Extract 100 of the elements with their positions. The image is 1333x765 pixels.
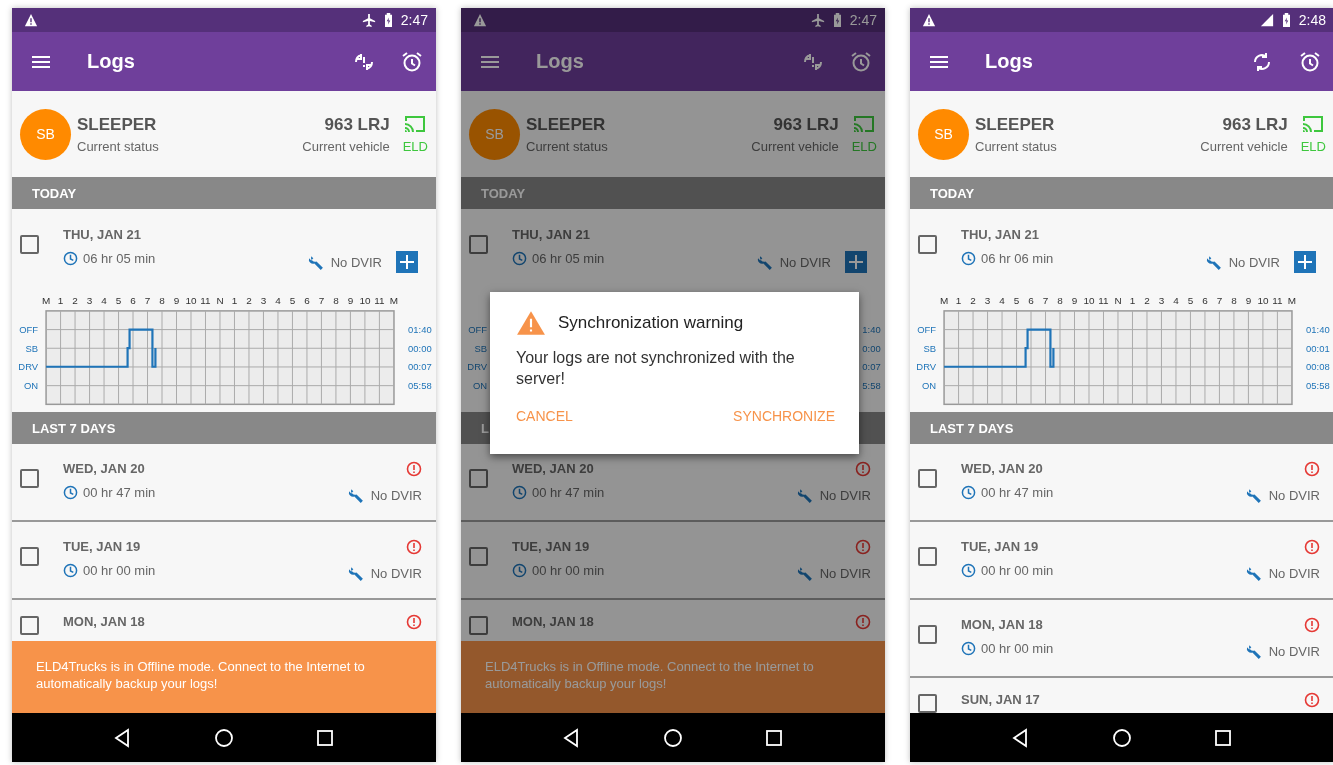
- log-date: TUE, JAN 19: [512, 539, 591, 554]
- wrench-icon: [1245, 487, 1263, 504]
- checkbox[interactable]: [469, 547, 488, 566]
- vehicle-caption: Current vehicle: [302, 138, 390, 154]
- hour-label: 8: [1231, 294, 1237, 306]
- vehicle-number: 963 LRJ: [1222, 114, 1288, 135]
- status-total: 01:40: [408, 323, 432, 335]
- recents-icon[interactable]: [315, 727, 336, 748]
- section-header: LAST 7 DAYS: [910, 412, 1333, 444]
- log-date: THU, JAN 21: [512, 227, 592, 242]
- status-total: 05:58: [408, 379, 432, 391]
- hour-label: M: [939, 294, 949, 306]
- dialog-title: Synchronization warning: [558, 313, 744, 333]
- add-button[interactable]: [396, 250, 418, 273]
- alert-icon: [855, 461, 871, 477]
- hour-label: 5: [1187, 294, 1194, 306]
- recents-icon[interactable]: [1213, 727, 1234, 748]
- alert-icon: [406, 614, 422, 630]
- vehicle-caption: Current vehicle: [751, 138, 839, 154]
- add-button[interactable]: [845, 250, 867, 273]
- checkbox[interactable]: [469, 235, 488, 254]
- hour-label: 2: [246, 294, 252, 306]
- screen-title: Logs: [87, 50, 135, 73]
- status-label: DRV: [467, 361, 488, 373]
- hour-label: 2: [1144, 294, 1150, 306]
- section-header: TODAY: [910, 177, 1333, 209]
- offline-banner: ELD4Trucks is in Offline mode. Connect to the Internet to automatically backup your logs!: [12, 641, 436, 713]
- checkbox[interactable]: [20, 469, 39, 488]
- hour-label: 9: [1071, 294, 1078, 306]
- hour-label: 2: [72, 294, 78, 306]
- status-name: SLEEPER: [975, 114, 1056, 135]
- hour-label: 11: [200, 294, 211, 306]
- vehicle-number: 963 LRJ: [773, 114, 839, 135]
- cast-icon: [402, 114, 427, 134]
- cast-icon: [851, 114, 876, 134]
- hour-label: N: [216, 294, 224, 306]
- alert-icon: [1304, 692, 1320, 708]
- alarm-clock-icon[interactable]: [400, 49, 424, 74]
- hour-label: 10: [359, 294, 371, 306]
- status-badge: SB: [918, 108, 969, 160]
- status-label: DRV: [18, 361, 39, 373]
- eld-label: ELD: [1300, 139, 1326, 154]
- hour-label: 1: [955, 294, 962, 306]
- checkbox[interactable]: [918, 547, 937, 566]
- clock-icon: [512, 485, 527, 500]
- status-caption: Current status: [526, 138, 608, 154]
- alert-icon: [406, 461, 422, 477]
- dvir-status: No DVIR: [779, 254, 831, 270]
- hour-label: 1: [231, 294, 238, 306]
- checkbox[interactable]: [469, 616, 488, 635]
- status-label: SB: [474, 342, 488, 354]
- hour-label: 8: [159, 294, 165, 306]
- add-button[interactable]: [1294, 250, 1316, 273]
- clock-icon: [63, 485, 78, 500]
- hour-label: 2: [970, 294, 976, 306]
- checkbox[interactable]: [918, 625, 937, 644]
- alarm-clock-icon[interactable]: [849, 49, 873, 74]
- hour-label: 11: [1272, 294, 1283, 306]
- alert-icon: [1304, 539, 1320, 555]
- alarm-clock-icon[interactable]: [1298, 49, 1322, 74]
- wrench-icon: [756, 253, 774, 271]
- hour-label: 4: [101, 294, 107, 306]
- log-date: WED, JAN 20: [63, 461, 146, 476]
- status-caption: Current status: [975, 138, 1057, 154]
- checkbox[interactable]: [918, 235, 937, 254]
- checkbox[interactable]: [469, 469, 488, 488]
- checkbox[interactable]: [20, 235, 39, 254]
- status-total: 00:08: [1306, 361, 1330, 373]
- hour-label: 5: [289, 294, 296, 306]
- eld-label: ELD: [402, 139, 428, 154]
- dvir-status: No DVIR: [370, 488, 422, 503]
- checkbox[interactable]: [918, 469, 937, 488]
- status-total: 0:00: [862, 342, 881, 354]
- clock-icon: [63, 563, 78, 578]
- wrench-icon: [1205, 253, 1223, 271]
- home-icon[interactable]: [663, 727, 683, 748]
- home-icon[interactable]: [214, 727, 234, 748]
- hour-label: 9: [173, 294, 180, 306]
- status-label: ON: [472, 379, 488, 391]
- hour-label: 7: [1042, 294, 1049, 306]
- hour-label: 10: [185, 294, 197, 306]
- checkbox[interactable]: [20, 616, 39, 635]
- hour-label: 3: [1158, 294, 1165, 306]
- eld-label: ELD: [851, 139, 877, 154]
- duration-text: 00 hr 47 min: [532, 485, 605, 500]
- clock-icon: [961, 251, 976, 266]
- home-icon[interactable]: [1112, 727, 1132, 748]
- hour-label: 8: [1057, 294, 1063, 306]
- duration-text: 00 hr 47 min: [981, 485, 1054, 500]
- status-total: 00:00: [408, 342, 432, 354]
- hour-label: 3: [984, 294, 991, 306]
- duration-text: 00 hr 00 min: [83, 563, 156, 578]
- log-date: TUE, JAN 19: [961, 539, 1040, 554]
- hour-label: 10: [1257, 294, 1269, 306]
- checkbox[interactable]: [20, 547, 39, 566]
- recents-icon[interactable]: [764, 727, 785, 748]
- log-date: MON, JAN 18: [961, 617, 1044, 632]
- battery-icon: [832, 13, 842, 27]
- clock-icon: [512, 563, 527, 578]
- dvir-status: No DVIR: [819, 488, 871, 503]
